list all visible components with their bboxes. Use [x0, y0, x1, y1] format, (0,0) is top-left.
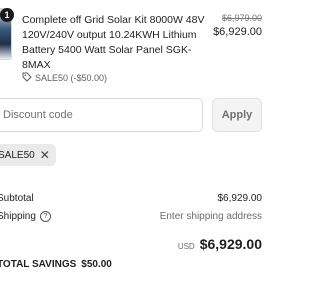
total-value: $6,929.00 — [199, 236, 262, 252]
line-discount: SALE50 (-$50.00) — [22, 72, 107, 84]
help-icon[interactable]: ? — [39, 211, 51, 222]
shipping-value: Enter shipping address — [159, 211, 262, 222]
currency-code: USD — [177, 242, 195, 251]
line-discount-text: SALE50 (-$50.00) — [35, 73, 108, 83]
original-price: $6,979.00 — [221, 13, 262, 23]
total-row: USD $6,929.00 — [178, 236, 262, 252]
shipping-label: Shipping ? — [0, 211, 51, 222]
tag-icon — [22, 72, 32, 84]
apply-button[interactable]: Apply — [212, 98, 262, 132]
applied-discount-code: SALE50 — [0, 149, 35, 161]
discount-code-input[interactable] — [0, 98, 203, 132]
product-title: Complete off Grid Solar Kit 8000W 48V 12… — [22, 14, 205, 71]
shipping-label-text: Shipping — [0, 211, 36, 222]
total-savings: TOTAL SAVINGS $50.00 — [0, 259, 112, 270]
savings-label: TOTAL SAVINGS — [0, 259, 77, 270]
product-price: $6,929.00 — [213, 26, 262, 38]
subtotal-label: Subtotal — [0, 193, 34, 204]
quantity-badge: 1 — [0, 8, 14, 22]
subtotal-value: $6,929.00 — [217, 193, 263, 204]
savings-value: $50.00 — [81, 259, 112, 270]
applied-discount-chip: SALE50 ✕ — [0, 144, 56, 166]
remove-discount-icon[interactable]: ✕ — [40, 149, 50, 161]
